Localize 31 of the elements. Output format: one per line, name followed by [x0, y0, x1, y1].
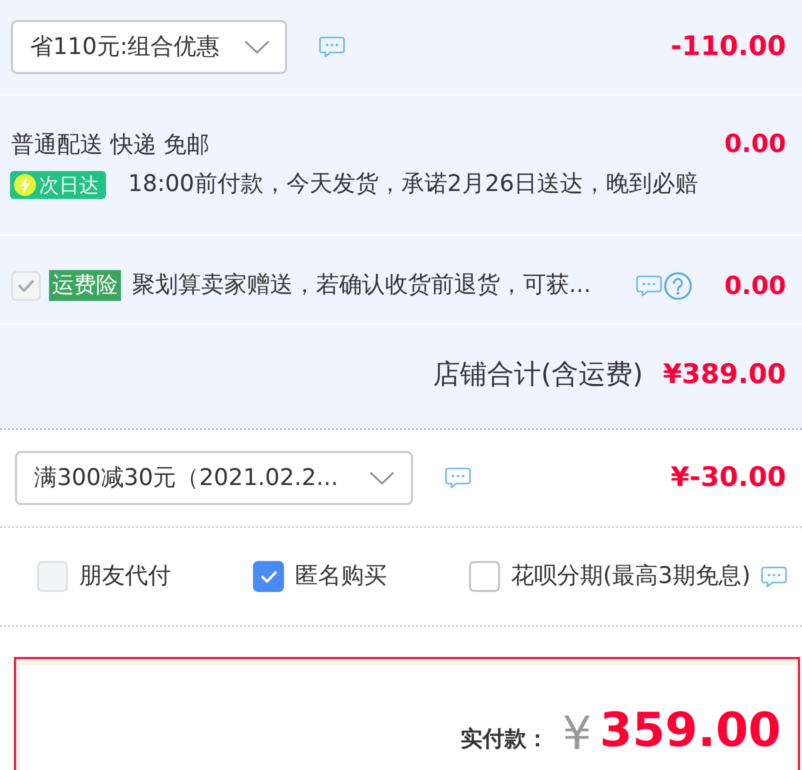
comment-icon[interactable] [636, 274, 662, 296]
lightning-icon [14, 174, 36, 196]
shipping-method: 普通配送 快递 免邮 [10, 131, 210, 160]
chevron-down-icon [369, 471, 395, 485]
discount-amount: -110.00 [670, 30, 786, 64]
coupon-amount: ¥-30.00 [670, 460, 786, 495]
checkbox[interactable] [469, 561, 500, 592]
store-total-amount: ¥389.00 [663, 358, 786, 392]
checkmark-icon [18, 280, 34, 292]
delivery-promise: 18:00前付款，今天发货，承诺2月26日送达，晚到必赔 [128, 170, 698, 200]
shipping-amount: 0.00 [724, 128, 786, 160]
currency-symbol: ¥ [562, 705, 592, 762]
comment-icon[interactable] [445, 467, 471, 489]
option-label: 花呗分期(最高3期免息) [511, 562, 751, 592]
comment-icon[interactable] [760, 566, 787, 588]
discount-dropdown[interactable]: 省110元:组合优惠 [11, 20, 287, 74]
badge-label: 次日达 [39, 172, 99, 198]
insurance-description: 聚划算卖家赠送，若确认收货前退货，可获... [132, 271, 591, 300]
comment-icon[interactable] [319, 36, 345, 58]
insurance-tag: 运费险 [49, 270, 121, 301]
payment-label: 实付款： [460, 726, 548, 754]
help-icon[interactable] [664, 272, 692, 300]
option-label: 匿名购买 [295, 562, 387, 592]
payment-amount: 359.00 [600, 702, 781, 760]
store-total-label: 店铺合计(含运费) [432, 358, 644, 392]
coupon-dropdown[interactable]: 满300减30元（2021.02.2... [15, 451, 413, 505]
insurance-amount: 0.00 [724, 270, 786, 302]
checkbox[interactable] [253, 561, 284, 592]
chevron-down-icon [244, 40, 270, 54]
option-label: 朋友代付 [79, 562, 171, 592]
checkmark-icon [260, 570, 276, 582]
